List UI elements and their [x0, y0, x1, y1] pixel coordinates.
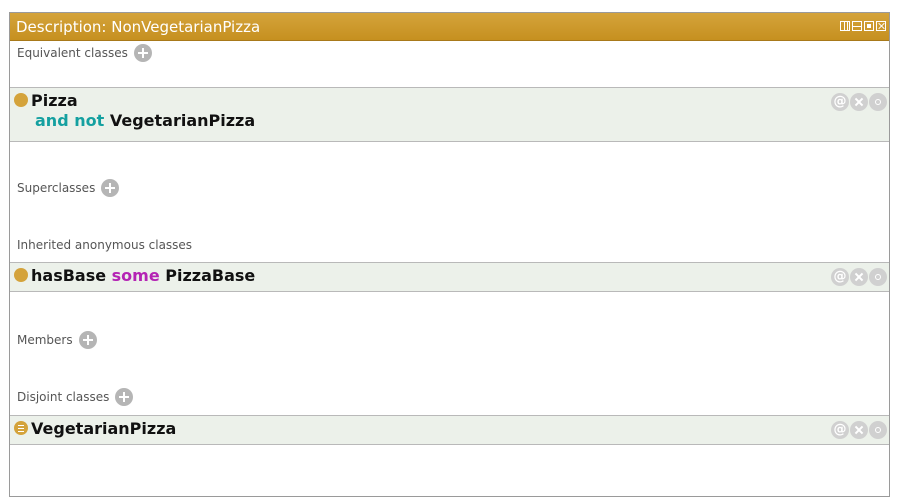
disjoint-class-row[interactable]: VegetarianPizza @ [10, 415, 889, 445]
annotate-button[interactable]: @ [831, 93, 849, 111]
add-member-button[interactable] [78, 331, 97, 349]
panel-titlebar[interactable]: Description: NonVegetarianPizza [10, 13, 889, 41]
members-header: Members [10, 331, 97, 349]
panel-title: Description: NonVegetarianPizza [16, 18, 261, 36]
row-actions: @ [831, 268, 887, 286]
class-name: Pizza [31, 91, 78, 110]
inherited-class-row[interactable]: hasBase some PizzaBase @ [10, 262, 889, 292]
keyword-some: some [111, 266, 160, 285]
annotate-button[interactable]: @ [831, 268, 849, 286]
row-actions: @ [831, 93, 887, 111]
equivalent-class-row[interactable]: Pizza and not VegetarianPizza @ [10, 87, 889, 142]
equivalent-classes-label: Equivalent classes [17, 46, 128, 60]
disjoint-classes-header: Disjoint classes [10, 388, 134, 406]
defined-class-icon [14, 421, 28, 435]
inherited-anonymous-classes-label: Inherited anonymous classes [17, 238, 193, 252]
row-actions: @ [831, 421, 887, 439]
inherited-anonymous-classes-header: Inherited anonymous classes [10, 237, 192, 253]
class-bullet-icon [14, 268, 28, 282]
disjoint-classes-label: Disjoint classes [17, 390, 110, 404]
add-equivalent-class-button[interactable] [133, 44, 152, 62]
close-icon[interactable] [876, 21, 886, 31]
split-horizontal-icon[interactable] [852, 21, 862, 31]
add-disjoint-class-button[interactable] [115, 388, 134, 406]
edit-button[interactable] [869, 93, 887, 111]
edit-button[interactable] [869, 268, 887, 286]
disjoint-class-expression: VegetarianPizza [14, 419, 176, 439]
equivalent-classes-header: Equivalent classes [10, 44, 152, 62]
maximize-icon[interactable] [864, 21, 874, 31]
window-controls [840, 21, 886, 33]
delete-button[interactable] [850, 268, 868, 286]
filler-class-name: PizzaBase [165, 266, 256, 285]
class-description-panel: Description: NonVegetarianPizza Equivale… [9, 12, 890, 497]
annotate-button[interactable]: @ [831, 421, 849, 439]
class-bullet-icon [14, 93, 28, 107]
superclasses-label: Superclasses [17, 181, 96, 195]
restriction-expression: hasBase some PizzaBase [14, 266, 255, 286]
negated-class-name: VegetarianPizza [109, 111, 256, 130]
delete-button[interactable] [850, 93, 868, 111]
split-view-icon[interactable] [840, 21, 850, 31]
delete-button[interactable] [850, 421, 868, 439]
members-label: Members [17, 333, 73, 347]
keyword-and-not: and not [35, 111, 105, 130]
edit-button[interactable] [869, 421, 887, 439]
property-name: hasBase [31, 266, 107, 285]
superclasses-header: Superclasses [10, 179, 120, 197]
add-superclass-button[interactable] [101, 179, 120, 197]
class-expression: Pizza and not VegetarianPizza [14, 91, 255, 131]
disjoint-class-name: VegetarianPizza [31, 419, 177, 438]
